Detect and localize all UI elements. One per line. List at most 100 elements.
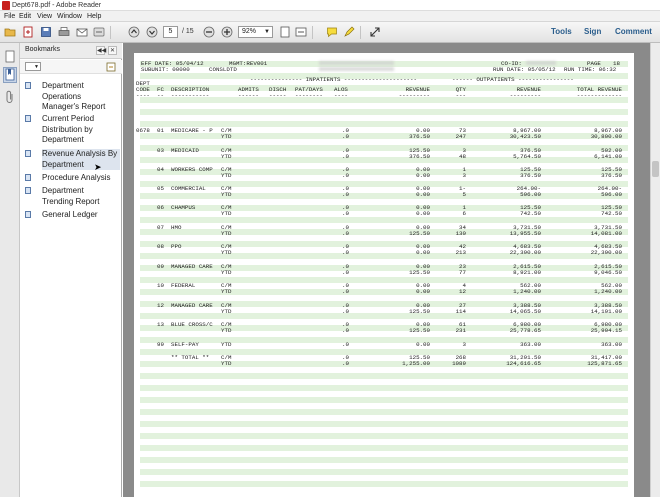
adobe-reader-app-icon [2, 1, 10, 10]
open-file-button[interactable] [3, 25, 17, 39]
dash-qty: --- [455, 92, 466, 99]
page-thumbnails-button[interactable] [3, 49, 17, 65]
envelope-icon [76, 28, 88, 37]
total-revenue: 14,081.00 [590, 230, 622, 237]
greenbar-stripe [140, 481, 628, 487]
bookmark-label: General Ledger [42, 210, 98, 219]
bookmark-procedure-analysis[interactable]: Procedure Analysis [24, 173, 120, 184]
inpatient-revenue: 125.50 [409, 308, 430, 315]
bookmark-icon [5, 68, 15, 81]
expand-arrows-icon [370, 27, 380, 37]
period-label: YTD [221, 133, 232, 140]
save-button[interactable] [39, 25, 53, 39]
menu-edit[interactable]: Edit [19, 11, 31, 22]
financial-class-code: 12 [157, 302, 164, 309]
previous-page-button[interactable] [127, 25, 141, 39]
mouse-cursor-icon: ➤ [94, 162, 102, 172]
menu-window[interactable]: Window [57, 11, 82, 22]
next-page-button[interactable] [145, 25, 159, 39]
zoom-level-select[interactable]: 92% ▼ [238, 26, 273, 38]
period-label: YTD [221, 327, 232, 334]
dash-alos: ---- [334, 92, 348, 99]
bookmark-options-dropdown[interactable]: ▼ [25, 62, 41, 71]
alos-value: .0 [342, 172, 349, 179]
attachments-button[interactable] [3, 89, 17, 105]
tools-button[interactable]: Tools [551, 26, 572, 38]
dash-inpatient-revenue: --------- [398, 92, 430, 99]
bookmark-general-ledger[interactable]: General Ledger [24, 210, 120, 221]
main-toolbar: 5 / 15 92% ▼ Tools Sign Comment [0, 22, 660, 43]
total-revenue: 6,141.00 [594, 153, 622, 160]
fit-page-button[interactable] [278, 25, 292, 39]
alos-value: .0 [342, 360, 349, 367]
highlight-button[interactable] [342, 25, 356, 39]
outpatient-qty: 12 [459, 288, 466, 295]
bookmark-label-line: Department [42, 159, 84, 169]
alos-value: .0 [342, 288, 349, 295]
collapse-panel-button[interactable]: ◀◀ [96, 46, 106, 55]
pdf-page: EFF DATE: 05/04/12 MGMT:REV001 SUBUNIT: … [134, 53, 634, 497]
comment-button[interactable]: Comment [615, 26, 652, 38]
page-number-input[interactable]: 5 [163, 26, 178, 38]
bookmark-department-trending-report[interactable]: Department Trending Report [24, 186, 120, 208]
add-comment-button[interactable] [325, 25, 339, 39]
menu-view[interactable]: View [37, 11, 52, 22]
alos-value: .0 [342, 308, 349, 315]
outpatient-qty: 3 [462, 341, 466, 348]
bookmark-current-period-distribution[interactable]: Current Period Distribution by Department [24, 114, 120, 146]
redacted-report-title [319, 61, 394, 65]
expand-bookmark-button[interactable] [106, 62, 116, 72]
period-label: YTD [221, 288, 232, 295]
bookmarks-panel-button[interactable] [3, 67, 17, 83]
print-button[interactable] [57, 25, 71, 39]
inpatient-revenue: 125.50 [409, 327, 430, 334]
greenbar-stripe [140, 217, 628, 223]
outpatient-qty: 1089 [452, 360, 466, 367]
alos-value: .0 [342, 210, 349, 217]
inpatient-revenue: 376.50 [409, 133, 430, 140]
open-folder-icon [4, 28, 16, 37]
save-icon [41, 27, 51, 37]
zoom-in-button[interactable] [220, 25, 234, 39]
financial-class-description: PPO [171, 243, 182, 250]
financial-class-code: 06 [157, 204, 164, 211]
create-pdf-button[interactable] [21, 25, 35, 39]
alos-value: .0 [342, 341, 349, 348]
bookmark-dept-operations-managers-report[interactable]: Department Operations Manager's Report [24, 81, 120, 113]
financial-class-description: MEDICARE - P [171, 127, 213, 134]
bookmark-icon [25, 115, 31, 122]
toolbar-separator [312, 26, 313, 39]
scrollbar-thumb[interactable] [652, 161, 659, 177]
financial-class-code: 04 [157, 166, 164, 173]
dash-admits: ------ [238, 92, 259, 99]
period-label: YTD [221, 360, 232, 367]
outpatient-qty: 6 [462, 210, 466, 217]
financial-class-code: 99 [157, 341, 164, 348]
bookmark-label-line: Operations [42, 91, 82, 101]
outpatient-revenue: 14,065.50 [509, 308, 541, 315]
inpatient-revenue: 376.50 [409, 153, 430, 160]
close-panel-button[interactable]: ✕ [108, 46, 117, 55]
period-label: YTD [221, 341, 232, 348]
redacted-report-subtitle [319, 67, 394, 71]
menu-help[interactable]: Help [87, 11, 101, 22]
fit-width-button[interactable] [294, 25, 308, 39]
outpatient-revenue: 8,921.00 [513, 269, 541, 276]
total-revenue: 376.50 [601, 172, 622, 179]
subunit: SUBUNIT: 00000 [141, 66, 190, 73]
bookmark-icon [25, 82, 31, 89]
outpatient-revenue: 13,955.50 [509, 230, 541, 237]
vertical-scrollbar[interactable] [650, 43, 660, 497]
chevron-down-icon: ▼ [264, 29, 270, 35]
menu-file[interactable]: File [4, 11, 15, 22]
share-button[interactable] [92, 25, 106, 39]
document-viewport[interactable]: EFF DATE: 05/04/12 MGMT:REV001 SUBUNIT: … [123, 43, 650, 497]
financial-class-description: MANAGED CARE [171, 302, 213, 309]
bookmark-revenue-analysis-by-department[interactable]: Revenue Analysis By Department ➤ [24, 149, 120, 172]
full-screen-button[interactable] [368, 25, 382, 39]
zoom-out-button[interactable] [202, 25, 216, 39]
sign-button[interactable]: Sign [584, 26, 601, 38]
inpatient-revenue: 0.00 [416, 191, 430, 198]
email-button[interactable] [75, 25, 89, 39]
outpatient-qty: 130 [455, 230, 466, 237]
